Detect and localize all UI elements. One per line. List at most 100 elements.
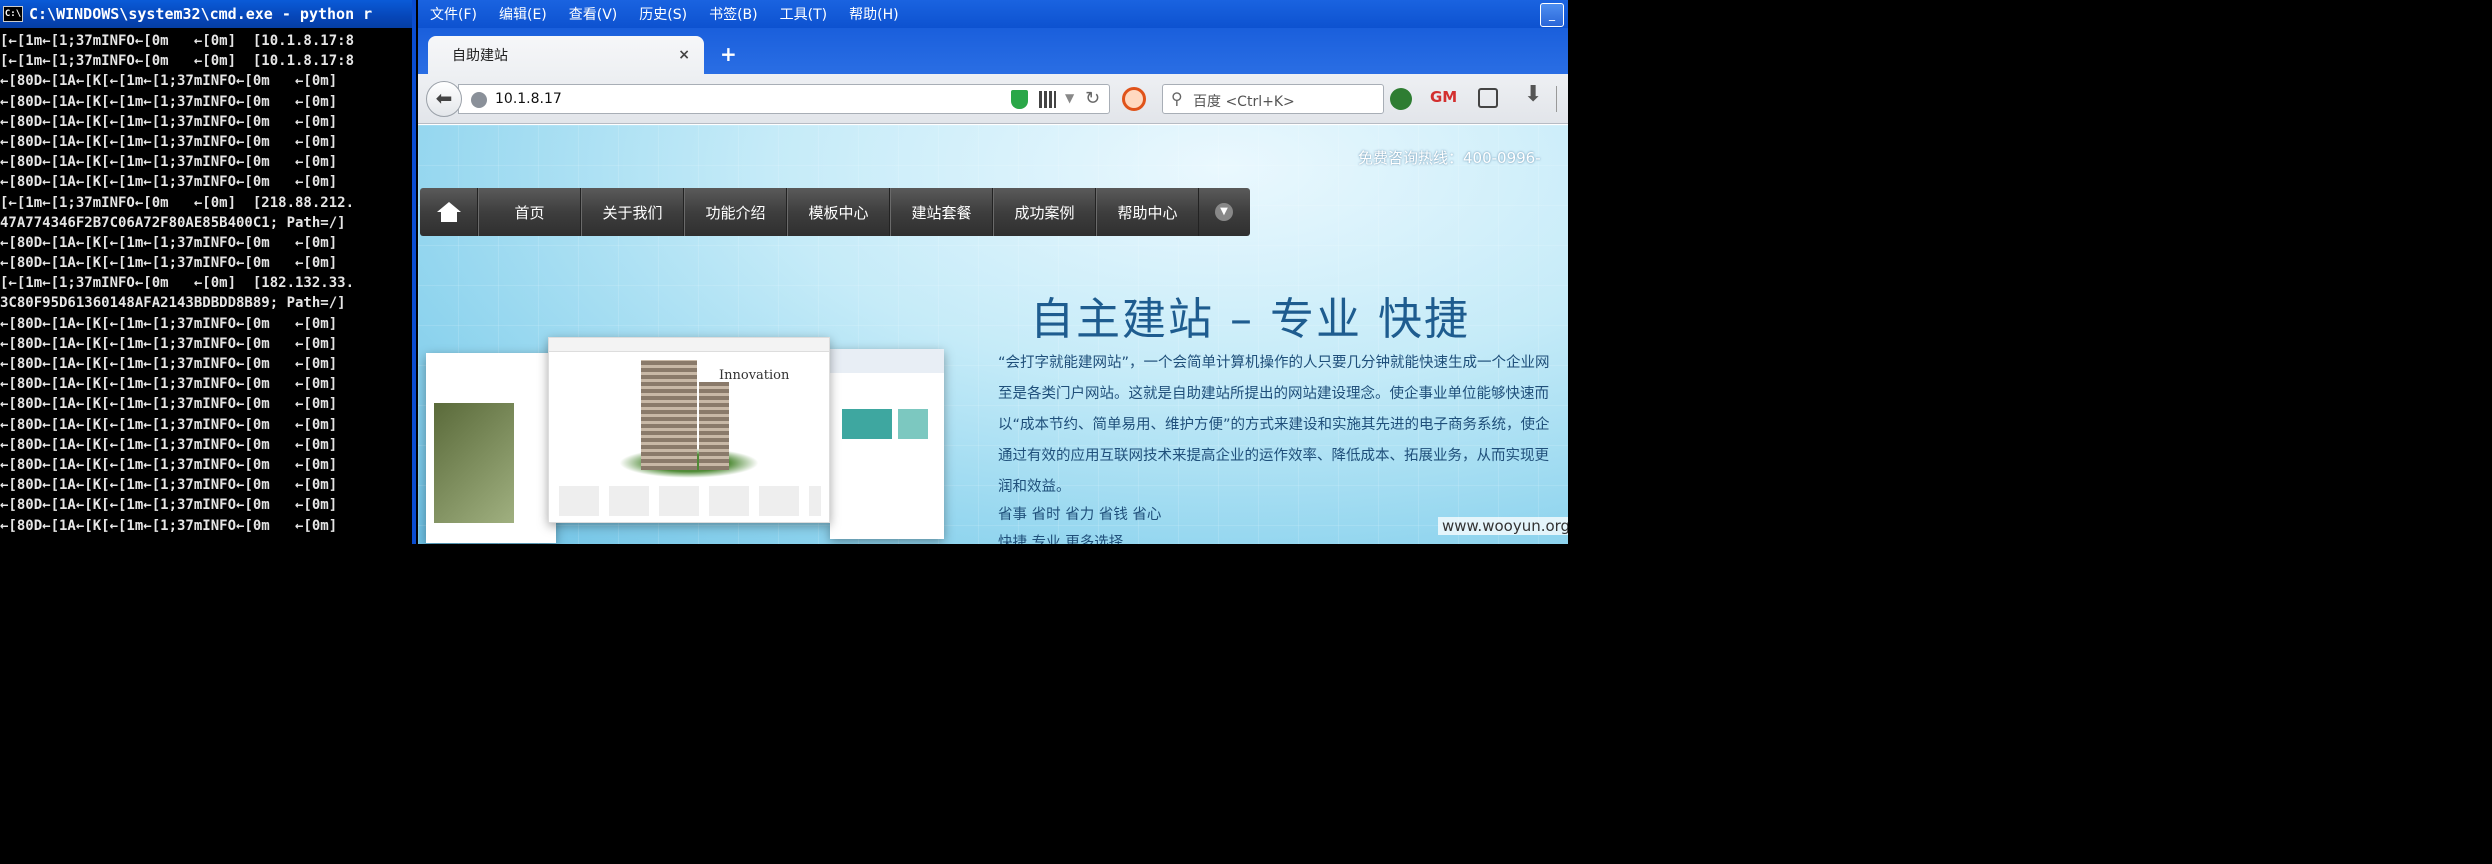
new-tab-button[interactable]: +: [720, 42, 737, 66]
cmd-output-line: ←[80D←[1A←[K[←[1m←[1;37mINFO←[0m ←[0m]: [0, 255, 338, 272]
cmd-output-line: ←[80D←[1A←[K[←[1m←[1;37mINFO←[0m ←[0m]: [0, 315, 338, 332]
cmd-output-line: ←[80D←[1A←[K[←[1m←[1;37mINFO←[0m ←[0m]: [0, 497, 338, 514]
site-nav: 首页 关于我们 功能介绍 模板中心 建站套餐 成功案例 帮助中心 ▼: [420, 188, 1250, 236]
cmd-titlebar[interactable]: C:\ C:\WINDOWS\system32\cmd.exe - python…: [0, 0, 416, 28]
cmd-output-line: ←[80D←[1A←[K[←[1m←[1;37mINFO←[0m ←[0m]: [0, 234, 338, 251]
shield-icon[interactable]: [1011, 90, 1028, 109]
nav-item-features[interactable]: 功能介绍: [684, 188, 787, 236]
template-block: [842, 409, 892, 439]
toolbar-separator: [1556, 86, 1557, 112]
cmd-window-border[interactable]: [412, 0, 416, 544]
back-icon: ⬅: [435, 86, 453, 110]
cmd-output-line: [←[1m←[1;37mINFO←[0m ←[0m] [218.88.212.: [0, 194, 355, 211]
description-line: 润和效益。: [998, 479, 1071, 495]
minimize-button[interactable]: _: [1540, 3, 1564, 27]
cmd-output-line: ←[80D←[1A←[K[←[1m←[1;37mINFO←[0m ←[0m]: [0, 456, 338, 473]
tab-close-icon[interactable]: ×: [678, 47, 690, 63]
cmd-output-line: ←[80D←[1A←[K[←[1m←[1;37mINFO←[0m ←[0m]: [0, 73, 338, 90]
nav-item-packages[interactable]: 建站套餐: [890, 188, 993, 236]
template-preview-center: Innovation: [548, 337, 830, 523]
search-input[interactable]: 百度 <Ctrl+K>: [1193, 91, 1295, 111]
cmd-output-line: ←[80D←[1A←[K[←[1m←[1;37mINFO←[0m ←[0m]: [0, 356, 338, 372]
globe-icon: [471, 92, 487, 108]
template-block: [898, 409, 928, 439]
cmd-output-line: 3C80F95D61360148AFA2143BDBDD8B89; Path=/…: [0, 295, 346, 312]
chevron-down-icon: ▼: [1215, 203, 1233, 221]
cmd-output-line: ←[80D←[1A←[K[←[1m←[1;37mINFO←[0m ←[0m]: [0, 133, 338, 150]
cmd-icon: C:\: [3, 6, 23, 22]
cmd-output-line: [←[1m←[1;37mINFO←[0m ←[0m] [10.1.8.17:8: [0, 33, 355, 49]
template-header: [830, 349, 944, 373]
headline: 自主建站 – 专业 快捷: [1030, 294, 1470, 345]
description-line: “会打字就能建网站”，一个会简单计算机操作的人只要几分钟就能快速生成一个企业网: [998, 355, 1550, 371]
navigation-toolbar: 10.1.8.17 ▼ ↻ ⬅ ⚲ 百度 <Ctrl+K> GM ⬇: [418, 74, 1568, 124]
cmd-output-line: ←[80D←[1A←[K[←[1m←[1;37mINFO←[0m ←[0m]: [0, 517, 338, 534]
cmd-output: [←[1m←[1;37mINFO←[0m ←[0m] [10.1.8.17:8 […: [0, 31, 416, 536]
cmd-output-line: ←[80D←[1A←[K[←[1m←[1;37mINFO←[0m ←[0m]: [0, 416, 338, 433]
tab-title: 自助建站: [452, 48, 508, 64]
search-bar[interactable]: ⚲ 百度 <Ctrl+K>: [1162, 84, 1384, 114]
template-image: [434, 403, 514, 523]
back-button[interactable]: ⬅: [426, 81, 462, 117]
nav-item-about[interactable]: 关于我们: [581, 188, 684, 236]
description-line: 以“成本节约、简单易用、维护方便”的方式来建设和实施其先进的电子商务系统，使企: [998, 417, 1550, 433]
description-line: 通过有效的应用互联网技术来提高企业的运作效率、降低成本、拓展业务，从而实现更: [998, 448, 1549, 464]
gm-icon[interactable]: GM: [1430, 88, 1457, 106]
menu-history[interactable]: 历史(S): [639, 4, 687, 24]
search-icon: ⚲: [1171, 89, 1183, 108]
hotline-text: 免费咨询热线：400-0996-: [1358, 149, 1541, 167]
tab-active[interactable]: 自助建站 ×: [428, 36, 704, 74]
cmd-output-line: [←[1m←[1;37mINFO←[0m ←[0m] [10.1.8.17:8: [0, 53, 355, 70]
qr-code-icon[interactable]: [1039, 91, 1056, 108]
description-line: 至是各类门户网站。这就是自助建站所提出的网站建设理念。使企事业单位能够快速而: [998, 386, 1549, 402]
nav-more[interactable]: ▼: [1199, 188, 1249, 236]
dropdown-icon[interactable]: ▼: [1065, 91, 1074, 105]
nav-item-templates[interactable]: 模板中心: [787, 188, 890, 236]
cmd-window: C:\ C:\WINDOWS\system32\cmd.exe - python…: [0, 0, 416, 544]
url-input[interactable]: 10.1.8.17: [495, 91, 562, 107]
template-preview-left: [426, 353, 556, 543]
nav-item-help[interactable]: 帮助中心: [1096, 188, 1199, 236]
tab-strip: 自助建站 × +: [418, 28, 1568, 74]
nav-item-home[interactable]: 首页: [478, 188, 581, 236]
building-image: [699, 382, 729, 470]
window-controls: _: [1538, 3, 1564, 27]
template-header: [549, 338, 829, 352]
cmd-title: C:\WINDOWS\system32\cmd.exe - python r: [29, 5, 373, 23]
block-icon[interactable]: [1122, 87, 1146, 111]
cmd-output-line: ←[80D←[1A←[K[←[1m←[1;37mINFO←[0m ←[0m]: [0, 154, 338, 171]
cmd-output-line: ←[80D←[1A←[K[←[1m←[1;37mINFO←[0m ←[0m]: [0, 376, 338, 393]
cmd-output-line: ←[80D←[1A←[K[←[1m←[1;37mINFO←[0m ←[0m]: [0, 174, 338, 191]
menu-tools[interactable]: 工具(T): [780, 4, 827, 24]
menu-help[interactable]: 帮助(H): [849, 4, 898, 24]
cmd-output-line: ←[80D←[1A←[K[←[1m←[1;37mINFO←[0m ←[0m]: [0, 436, 338, 453]
watermark: www.wooyun.org: [1438, 517, 1568, 535]
cmd-output-line: [←[1m←[1;37mINFO←[0m ←[0m] [182.132.33.: [0, 275, 355, 292]
cmd-output-line: 47A774346F2B7C06A72F80AE85B400C1; Path=/…: [0, 214, 346, 231]
menu-bookmarks[interactable]: 书签(B): [709, 4, 758, 24]
template-preview-right: [830, 349, 944, 539]
web-page: 免费咨询热线：400-0996- 首页 关于我们 功能介绍 模板中心 建站套餐 …: [418, 125, 1568, 544]
nav-item-cases[interactable]: 成功案例: [993, 188, 1096, 236]
cmd-output-line: ←[80D←[1A←[K[←[1m←[1;37mINFO←[0m ←[0m]: [0, 335, 338, 352]
building-image: [641, 360, 697, 470]
features-text: 省事 省时 省力 省钱 省心: [998, 507, 1162, 523]
home-icon: [436, 202, 461, 222]
cmd-output-line: ←[80D←[1A←[K[←[1m←[1;37mINFO←[0m ←[0m]: [0, 477, 338, 494]
extension-icon[interactable]: [1390, 88, 1412, 110]
menu-view[interactable]: 查看(V): [569, 4, 618, 24]
browser-window: 文件(F) 编辑(E) 查看(V) 历史(S) 书签(B) 工具(T) 帮助(H…: [418, 0, 1568, 544]
url-bar[interactable]: 10.1.8.17 ▼ ↻: [458, 84, 1110, 114]
cmd-output-line: ←[80D←[1A←[K[←[1m←[1;37mINFO←[0m ←[0m]: [0, 396, 338, 413]
menu-file[interactable]: 文件(F): [430, 4, 477, 24]
reader-icon[interactable]: [1478, 88, 1498, 108]
download-icon[interactable]: ⬇: [1524, 82, 1542, 107]
template-caption: Innovation: [719, 368, 790, 383]
menu-bar: 文件(F) 编辑(E) 查看(V) 历史(S) 书签(B) 工具(T) 帮助(H…: [418, 0, 1568, 28]
more-text: 快捷 专业 更多选择: [998, 535, 1124, 544]
cmd-output-line: ←[80D←[1A←[K[←[1m←[1;37mINFO←[0m ←[0m]: [0, 93, 338, 110]
nav-home[interactable]: [420, 188, 478, 236]
menu-edit[interactable]: 编辑(E): [499, 4, 547, 24]
template-footer: [559, 486, 821, 516]
reload-icon[interactable]: ↻: [1085, 88, 1100, 109]
